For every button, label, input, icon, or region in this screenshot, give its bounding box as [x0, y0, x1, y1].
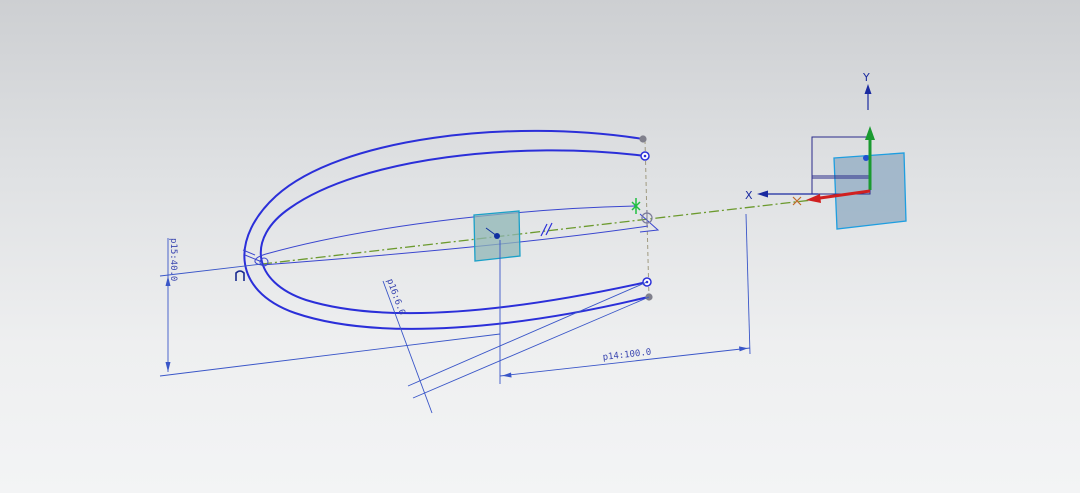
- sketch-centerline[interactable]: [261, 199, 813, 265]
- inner-u-curve[interactable]: [259, 149, 648, 315]
- x-axis-arrow: [806, 194, 821, 203]
- y-axis-thin-arrow: [864, 84, 872, 94]
- graphics-window[interactable]: p15:40.0 p16:6.0 p14:100.0 Y X: [0, 0, 1080, 493]
- x-axis-thin-arrow: [757, 190, 768, 198]
- dimension-p15-label[interactable]: p15:40.0: [168, 238, 178, 281]
- p16-extension-1: [407, 281, 648, 387]
- csys-point: [863, 155, 869, 161]
- dimension-p14-label[interactable]: p14:100.0: [602, 348, 652, 363]
- p14-extension-right: [745, 213, 751, 355]
- thin-ellipse-curve[interactable]: [254, 205, 649, 266]
- y-axis-arrow: [865, 126, 875, 140]
- p15-arrow-bottom: [165, 362, 171, 372]
- endpoint-top-inner-dot: [643, 154, 647, 158]
- endpoint-top-outer[interactable]: [639, 135, 647, 143]
- p14-arrow-left: [502, 372, 512, 378]
- p15-extension-bottom: [159, 333, 501, 377]
- dimension-p16-label[interactable]: p16:6.0: [384, 278, 406, 317]
- p14-arrow-right: [739, 346, 748, 352]
- sketch-canvas[interactable]: p15:40.0 p16:6.0 p14:100.0 Y X: [0, 0, 1080, 493]
- y-axis-label: Y: [862, 71, 870, 84]
- x-axis-label: X: [745, 189, 753, 202]
- tangent-constraint-icon[interactable]: [235, 270, 245, 281]
